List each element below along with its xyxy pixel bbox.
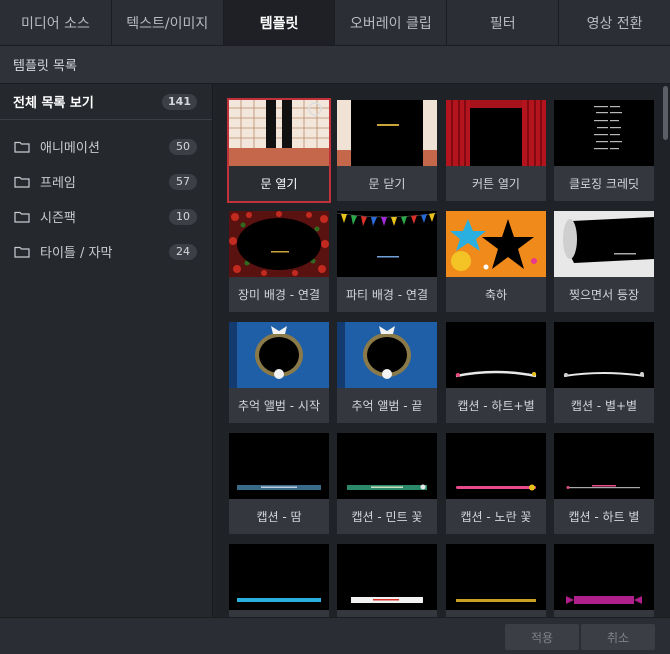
template-grid: 문 열기 문 닫기 커튼 열기 클로징 크레딧 장미 배경 - 연결 파티 배경…: [214, 84, 670, 617]
template-thumbnail: [229, 322, 329, 388]
template-label: 장미 배경 - 연결: [229, 277, 329, 312]
tab-filter[interactable]: 필터: [447, 0, 560, 45]
template-label: 캡션 - 노란 꽃: [446, 499, 546, 534]
sidebar-item-label: 시즌팩: [40, 211, 76, 226]
footer-bar: 적용 취소: [0, 617, 670, 654]
template-tear-appear[interactable]: 찢으면서 등장: [554, 211, 654, 312]
template-thumbnail: [229, 433, 329, 499]
template-closing-credits[interactable]: 클로징 크레딧: [554, 100, 654, 201]
count-badge: 57: [169, 173, 197, 190]
template-thumbnail: [229, 100, 329, 166]
template-label: [554, 610, 654, 617]
tab-media-source[interactable]: 미디어 소스: [0, 0, 112, 45]
sidebar-item-label: 전체 목록 보기: [13, 96, 94, 111]
section-title: 템플릿 목록: [0, 46, 670, 84]
template-thumbnail: [554, 544, 654, 610]
count-badge: 50: [169, 138, 197, 155]
template-label: 추억 앨범 - 시작: [229, 388, 329, 423]
template-door-open[interactable]: 문 열기: [227, 98, 331, 203]
sidebar-item-frame[interactable]: 프레임 57: [0, 164, 212, 199]
apply-button[interactable]: 적용: [505, 624, 579, 650]
folder-icon: [14, 211, 30, 223]
template-thumbnail: [446, 322, 546, 388]
count-badge: 24: [169, 243, 197, 260]
template-thumbnail: [446, 433, 546, 499]
template-thumbnail: [229, 544, 329, 610]
template-door-close[interactable]: 문 닫기: [337, 100, 437, 201]
template-thumbnail: [446, 100, 546, 166]
sidebar-item-animation[interactable]: 애니메이션 50: [0, 129, 212, 164]
sidebar-item-all[interactable]: 전체 목록 보기 141: [0, 84, 212, 120]
tab-template[interactable]: 템플릿: [223, 0, 336, 45]
template-label: 추억 앨범 - 끝: [337, 388, 437, 423]
template-caption-magenta[interactable]: [554, 544, 654, 617]
template-thumbnail: [337, 544, 437, 610]
template-label: 캡션 - 땀: [229, 499, 329, 534]
template-caption-sweat[interactable]: 캡션 - 땀: [229, 433, 329, 534]
template-thumbnail: [554, 322, 654, 388]
folder-icon: [14, 246, 30, 258]
template-caption-heart-star[interactable]: 캡션 - 하트+별: [446, 322, 546, 423]
template-label: [337, 610, 437, 617]
template-caption-white[interactable]: [337, 544, 437, 617]
template-memory-album-end[interactable]: 추억 앨범 - 끝: [337, 322, 437, 423]
template-thumbnail: [446, 211, 546, 277]
cancel-button[interactable]: 취소: [581, 624, 655, 650]
template-label: 문 닫기: [337, 166, 437, 201]
category-sidebar: 전체 목록 보기 141 애니메이션 50 프레임 57 시즌팩 10 타이틀 …: [0, 84, 213, 617]
template-thumbnail: [337, 322, 437, 388]
template-label: 축하: [446, 277, 546, 312]
template-caption-yellow-flower[interactable]: 캡션 - 노란 꽃: [446, 433, 546, 534]
folder-icon: [14, 176, 30, 188]
template-memory-album-start[interactable]: 추억 앨범 - 시작: [229, 322, 329, 423]
sidebar-item-season-pack[interactable]: 시즌팩 10: [0, 199, 212, 234]
template-caption-gold[interactable]: [446, 544, 546, 617]
template-caption-mint-flower[interactable]: 캡션 - 민트 꽃: [337, 433, 437, 534]
scrollbar-thumb[interactable]: [663, 86, 668, 140]
template-label: 파티 배경 - 연결: [337, 277, 437, 312]
top-tabs: 미디어 소스 텍스트/이미지 템플릿 오버레이 클립 필터 영상 전환: [0, 0, 670, 46]
sidebar-item-label: 타이틀 / 자막: [40, 246, 113, 261]
template-caption-star-star[interactable]: 캡션 - 별+별: [554, 322, 654, 423]
template-celebration[interactable]: 축하: [446, 211, 546, 312]
template-label: 캡션 - 하트+별: [446, 388, 546, 423]
template-label: 캡션 - 별+별: [554, 388, 654, 423]
folder-icon: [14, 141, 30, 153]
template-label: 캡션 - 민트 꽃: [337, 499, 437, 534]
template-label: 문 열기: [229, 166, 329, 201]
template-curtain-open[interactable]: 커튼 열기: [446, 100, 546, 201]
template-label: [229, 610, 329, 617]
sidebar-item-title-subtitle[interactable]: 타이틀 / 자막 24: [0, 234, 212, 269]
template-label: 커튼 열기: [446, 166, 546, 201]
template-label: 찢으면서 등장: [554, 277, 654, 312]
template-thumbnail: [554, 433, 654, 499]
template-label: 클로징 크레딧: [554, 166, 654, 201]
template-thumbnail: [337, 433, 437, 499]
template-caption-blue[interactable]: [229, 544, 329, 617]
template-thumbnail: [554, 100, 654, 166]
template-thumbnail: [446, 544, 546, 610]
template-thumbnail: [554, 211, 654, 277]
sidebar-item-label: 애니메이션: [40, 141, 100, 156]
sidebar-item-label: 프레임: [40, 176, 76, 191]
template-label: 캡션 - 하트 별: [554, 499, 654, 534]
grid-scrollbar[interactable]: [660, 84, 670, 617]
template-thumbnail: [229, 211, 329, 277]
count-badge: 141: [162, 93, 197, 110]
template-thumbnail: [337, 211, 437, 277]
tab-overlay-clip[interactable]: 오버레이 클립: [335, 0, 448, 45]
template-thumbnail: [337, 100, 437, 166]
template-party-background[interactable]: 파티 배경 - 연결: [337, 211, 437, 312]
tab-transition[interactable]: 영상 전환: [559, 0, 670, 45]
template-rose-background[interactable]: 장미 배경 - 연결: [229, 211, 329, 312]
template-label: [446, 610, 546, 617]
template-caption-heart-star-2[interactable]: 캡션 - 하트 별: [554, 433, 654, 534]
tab-text-image[interactable]: 텍스트/이미지: [112, 0, 224, 45]
count-badge: 10: [169, 208, 197, 225]
